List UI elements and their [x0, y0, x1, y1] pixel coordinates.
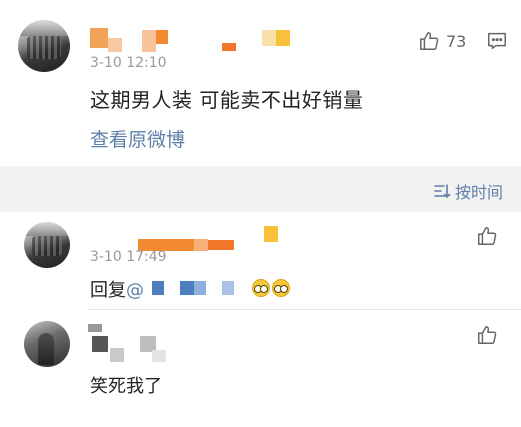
sort-by-time-button[interactable]: 按时间: [433, 179, 503, 203]
thumbs-up-icon: [418, 30, 440, 52]
emoji-icon: [272, 279, 290, 297]
thumbs-up-icon[interactable]: [476, 324, 498, 346]
sort-label: 按时间: [454, 183, 503, 202]
emoji-icon: [252, 279, 270, 297]
main-post: 3-10 12:10 73 这期男人装 可能卖不出好销量 查看原微博: [0, 0, 521, 166]
sort-icon: [433, 183, 451, 199]
thumbs-up-icon[interactable]: [476, 225, 498, 247]
post-like-count: 73: [446, 31, 467, 51]
commenter-avatar[interactable]: [24, 222, 70, 268]
comment-text: 回复@: [90, 276, 144, 302]
comment-text: 笑死我了: [90, 376, 162, 397]
weibo-comment-page: 3-10 12:10 73 这期男人装 可能卖不出好销量 查看原微博 按时间 3…: [0, 0, 521, 427]
post-author-avatar[interactable]: [18, 20, 70, 72]
comment-divider: [88, 309, 521, 310]
post-text: 这期男人装 可能卖不出好销量: [90, 88, 364, 112]
view-original-weibo-link[interactable]: 查看原微博: [90, 125, 185, 152]
post-timestamp: 3-10 12:10: [90, 55, 167, 71]
comment-sort-bar: 按时间: [0, 166, 521, 212]
commenter-avatar[interactable]: [24, 321, 70, 367]
mention-at-sign[interactable]: @: [126, 280, 144, 301]
reply-prefix: 回复: [90, 280, 126, 301]
comment-icon[interactable]: [486, 30, 508, 52]
comment-timestamp: 3-10 17:49: [90, 249, 167, 265]
comment-list: 3-10 17:49 回复@ 笑死我了: [0, 212, 521, 427]
post-like-button[interactable]: 73: [418, 30, 466, 52]
